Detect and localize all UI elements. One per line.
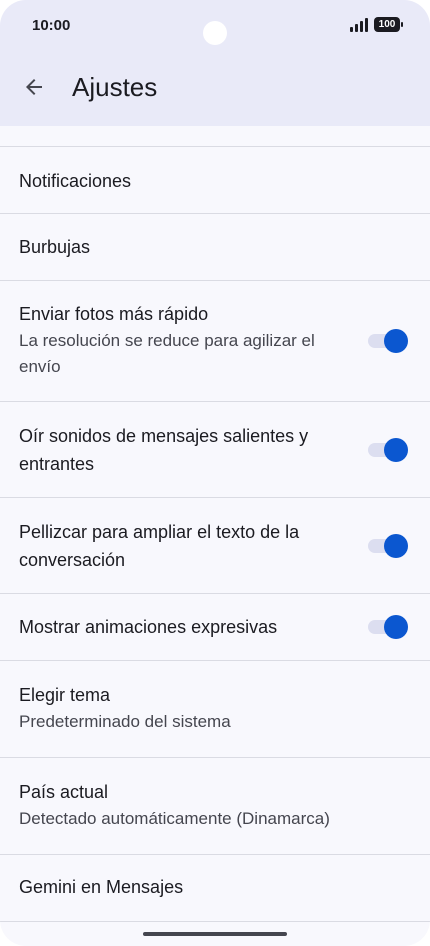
toggle-switch[interactable] [368, 533, 408, 558]
setting-title: Burbujas [19, 237, 91, 257]
setting-notificaciones[interactable]: Notificaciones [0, 147, 430, 213]
setting-title: Gemini en Mensajes [19, 877, 184, 897]
battery-icon: 100 [374, 17, 403, 32]
toggle-switch[interactable] [368, 437, 408, 462]
setting-summary: Predeterminado del sistema [19, 712, 231, 731]
status-time: 10:00 [32, 17, 71, 34]
camera-cutout [203, 21, 227, 45]
divider [0, 921, 430, 922]
setting-animaciones[interactable]: Mostrar animaciones expresivas [0, 594, 430, 660]
toggle-switch[interactable] [368, 615, 408, 639]
settings-list: Notificaciones Burbujas Enviar fotos más… [0, 126, 430, 922]
setting-pellizcar[interactable]: Pellizcar para ampliar el texto de la co… [0, 498, 430, 593]
phone-screen: 10:00 100 Ajustes Notificaciones Burbuja… [0, 0, 430, 946]
setting-title: Mostrar animaciones expresivas [19, 617, 278, 637]
setting-title: Enviar fotos más rápido [19, 304, 209, 324]
page-title: Ajustes [72, 72, 158, 102]
setting-sonidos[interactable]: Oír sonidos de mensajes salientes y entr… [0, 402, 430, 497]
setting-title: Oír sonidos de mensajes salientes y entr… [19, 426, 309, 474]
setting-tema[interactable]: Elegir tema Predeterminado del sistema [0, 661, 430, 757]
setting-title: País actual [19, 782, 109, 802]
status-bar: 10:00 100 [0, 0, 430, 52]
setting-title: Pellizcar para ampliar el texto de la co… [19, 522, 300, 570]
setting-gemini[interactable]: Gemini en Mensajes [0, 855, 430, 921]
setting-summary: Detectado automáticamente (Dinamarca) [19, 809, 330, 828]
setting-burbujas[interactable]: Burbujas [0, 214, 430, 280]
setting-title: Elegir tema [19, 685, 111, 705]
app-bar: Ajustes [0, 52, 430, 126]
setting-enviar-fotos[interactable]: Enviar fotos más rápido La resolución se… [0, 281, 430, 401]
signal-icon [350, 18, 370, 32]
back-button[interactable] [14, 67, 54, 107]
setting-title: Notificaciones [19, 171, 132, 191]
toggle-switch[interactable] [368, 329, 408, 353]
setting-summary: La resolución se reduce para agilizar el… [19, 331, 315, 376]
arrow-back-icon [26, 79, 42, 95]
gesture-nav-handle[interactable] [143, 932, 287, 936]
setting-pais[interactable]: País actual Detectado automáticamente (D… [0, 758, 430, 854]
